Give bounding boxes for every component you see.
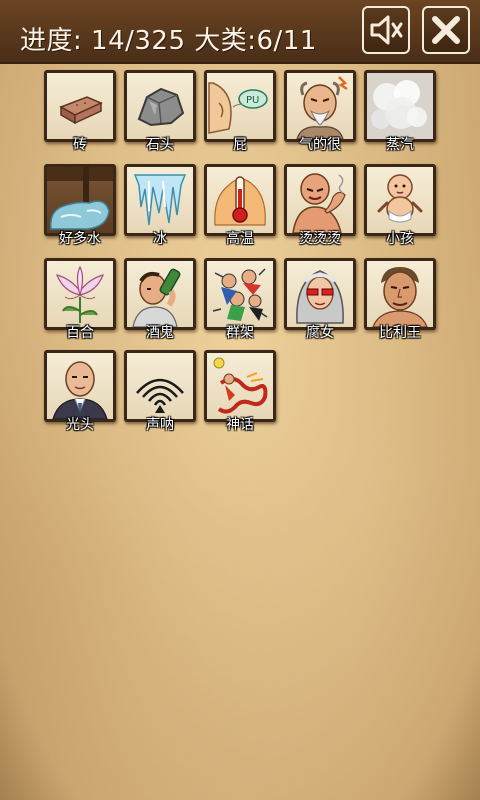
item-tile-ice[interactable]: 冰: [124, 164, 196, 247]
item-tile-billy[interactable]: 比利王: [364, 258, 436, 341]
item-tile-angry[interactable]: 气的很: [284, 70, 356, 153]
item-tile-brick[interactable]: 砖: [44, 70, 116, 153]
baby-icon: [377, 174, 423, 223]
fujoshi-icon: [296, 270, 344, 324]
item-tile-brawl[interactable]: 群架: [204, 258, 276, 341]
item-tile-fart[interactable]: PU 屁: [204, 70, 276, 153]
item-tile-heat[interactable]: 高温: [204, 164, 276, 247]
item-tile-sonar[interactable]: 声呐: [124, 350, 196, 433]
item-tile-burned[interactable]: 烫烫烫: [284, 164, 356, 247]
ice-icon: [133, 174, 187, 226]
billy-icon: [372, 267, 428, 327]
item-tile-flood[interactable]: 好多水: [44, 164, 116, 247]
item-tile-drunk[interactable]: 酒鬼: [124, 258, 196, 341]
item-label: 蒸汽: [386, 137, 414, 153]
stone-icon: [137, 87, 185, 127]
thermometer-icon: [214, 176, 266, 226]
sonar-icon: [136, 378, 184, 413]
item-tile-myth[interactable]: 神话: [204, 350, 276, 433]
bald-man-icon: [52, 361, 108, 419]
burned-man-icon: [292, 173, 346, 233]
item-tile-bald[interactable]: 光头: [44, 350, 116, 433]
item-label: 小孩: [386, 231, 414, 247]
water-flood-icon: [47, 167, 113, 230]
item-label: 神话: [226, 417, 254, 433]
item-grid: 砖 石头 PU 屁 气的很 蒸汽 好多水 冰 高温 烫烫烫 小孩 百合 酒鬼 群…: [0, 0, 480, 800]
item-tile-stone[interactable]: 石头: [124, 70, 196, 153]
angry-man-icon: [296, 76, 348, 139]
item-tile-fujoshi[interactable]: 腐女: [284, 258, 356, 341]
myth-icon: [213, 357, 268, 414]
item-tile-baby[interactable]: 小孩: [364, 164, 436, 247]
brick-icon: [59, 96, 103, 125]
steam-icon: [371, 80, 427, 129]
svg-text:PU: PU: [246, 95, 259, 106]
brawl-icon: [212, 268, 268, 321]
item-label: 比利王: [379, 325, 421, 341]
item-tile-steam[interactable]: 蒸汽: [364, 70, 436, 153]
item-tile-lily[interactable]: 百合: [44, 258, 116, 341]
drunk-icon: [132, 268, 181, 327]
lily-icon: [56, 265, 104, 323]
fart-icon: PU: [208, 82, 268, 134]
